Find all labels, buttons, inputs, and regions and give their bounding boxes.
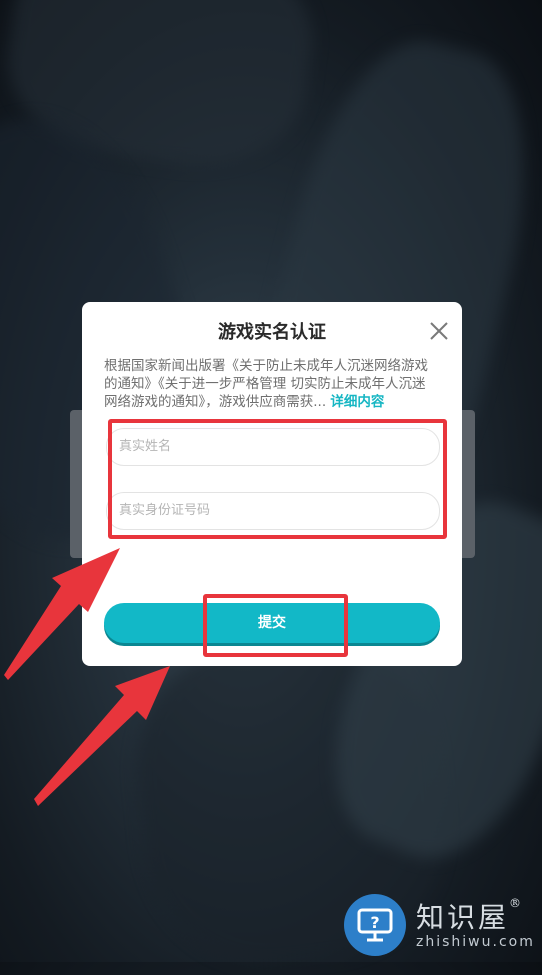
notice-line-with-link: 网络游戏的通知》，游戏供应商需获... 详细内容	[104, 393, 442, 411]
input-highlight-box	[108, 419, 447, 539]
watermark: ? 知识屋® zhishiwu.com	[344, 894, 542, 962]
close-button[interactable]	[428, 320, 450, 342]
submit-highlight-box	[203, 594, 348, 657]
close-icon	[430, 322, 448, 340]
watermark-domain: zhishiwu.com	[416, 934, 535, 950]
notice-line: 网络游戏的通知》，游戏供应商需获...	[104, 394, 327, 410]
watermark-brand: 知识屋®	[416, 896, 525, 934]
help-monitor-icon: ?	[344, 894, 406, 956]
svg-text:?: ?	[370, 913, 379, 932]
dialog-title: 游戏实名认证	[218, 322, 326, 343]
notice-line: 根据国家新闻出版署《关于防止未成年人沉迷网络游戏	[104, 358, 428, 374]
notice-text: 根据国家新闻出版署《关于防止未成年人沉迷网络游戏 的通知》《关于进一步严格管理 …	[104, 357, 442, 411]
notice-line: 的通知》《关于进一步严格管理 切实防止未成年人沉迷	[104, 376, 426, 392]
details-link[interactable]: 详细内容	[330, 394, 384, 410]
